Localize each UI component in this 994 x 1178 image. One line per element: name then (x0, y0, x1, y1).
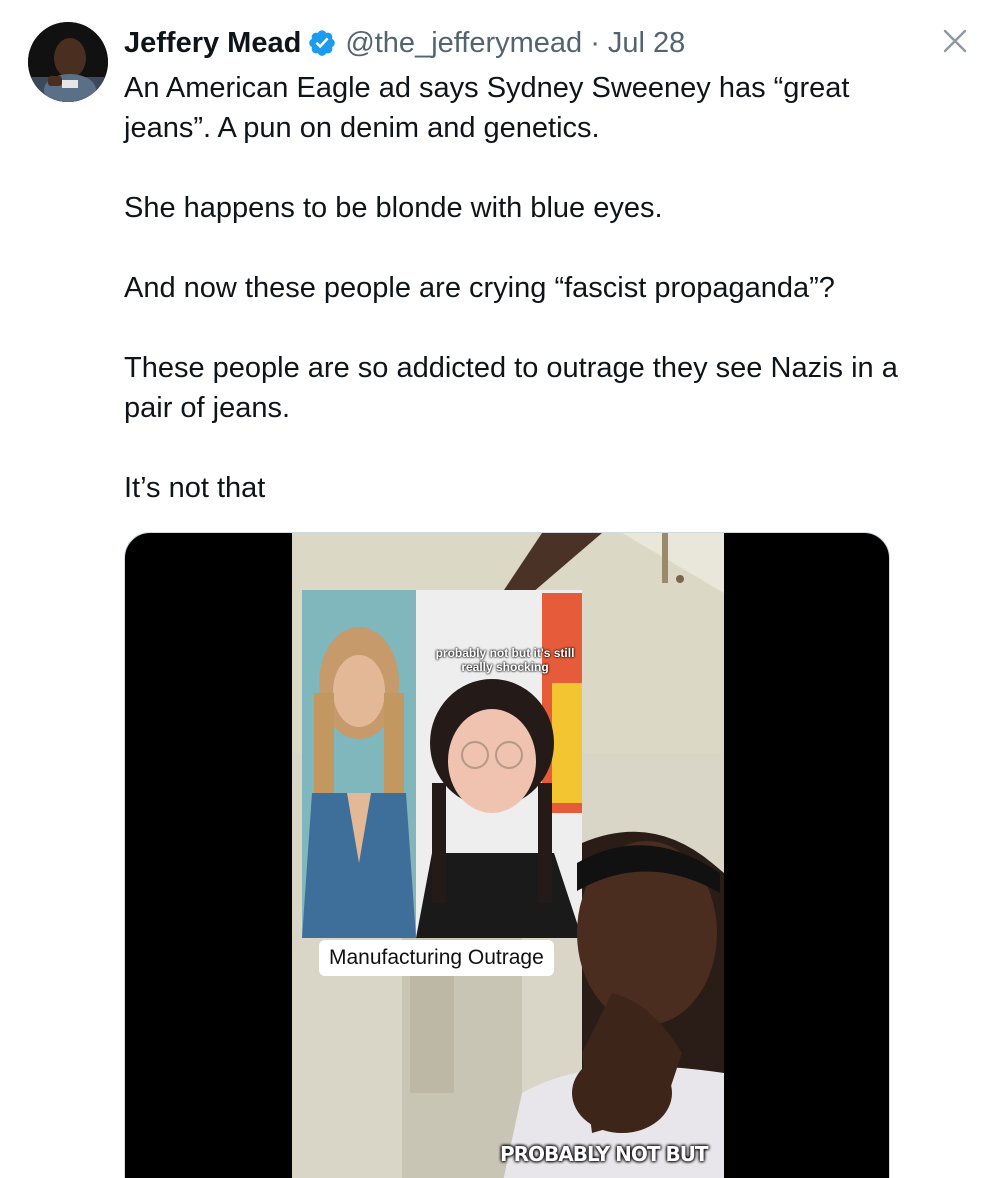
separator-dot: · (590, 27, 600, 59)
close-button[interactable] (936, 22, 974, 60)
verified-badge-icon (307, 28, 337, 58)
video-caption-label: Manufacturing Outrage (319, 940, 554, 976)
tweet-paragraph: These people are so addicted to outrage … (124, 352, 898, 424)
video-player[interactable]: probably not but it's still really shock… (124, 532, 890, 1178)
tweet-date[interactable]: Jul 28 (608, 24, 685, 62)
close-icon (943, 29, 967, 53)
avatar[interactable] (28, 22, 108, 102)
author-handle[interactable]: @the_jefferymead (345, 24, 582, 62)
tweet-text: An American Eagle ad says Sydney Sweeney… (124, 68, 914, 508)
tweet-paragraph: An American Eagle ad says Sydney Sweeney… (124, 72, 850, 144)
tweet-paragraph: It’s not that (124, 472, 266, 504)
tweet-card: Jeffery Mead @the_jefferymead · Jul 28 A… (0, 0, 994, 1178)
author-name[interactable]: Jeffery Mead (124, 24, 301, 62)
tweet-paragraph: And now these people are crying “fascist… (124, 272, 835, 304)
video-frame (292, 533, 724, 1178)
tweet-paragraph: She happens to be blonde with blue eyes. (124, 192, 663, 224)
inset-overlay-text: probably not but it's still really shock… (435, 646, 575, 674)
video-subtitle: PROBABLY NOT BUT (500, 1142, 709, 1166)
tweet-header: Jeffery Mead @the_jefferymead · Jul 28 (124, 24, 685, 62)
